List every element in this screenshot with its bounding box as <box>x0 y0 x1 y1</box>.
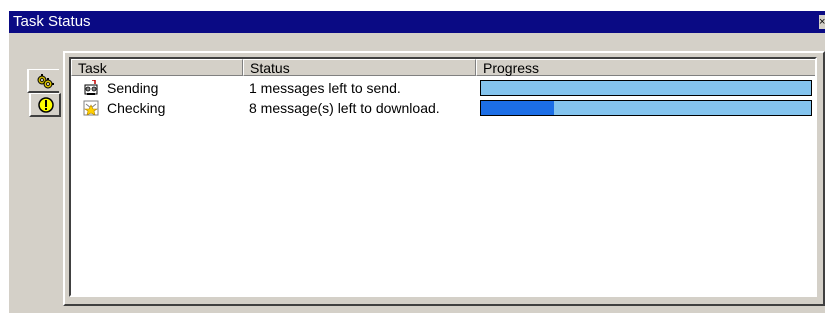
task-status: 8 message(s) left to download. <box>249 100 440 116</box>
task-name: Sending <box>107 80 159 96</box>
task-status-window: Task Status × Task Status Progress Sendi… <box>9 11 825 313</box>
tab-tasks[interactable] <box>27 69 59 93</box>
progress-bar <box>480 100 812 116</box>
column-header-progress[interactable]: Progress <box>476 59 815 76</box>
title-bar[interactable]: Task Status × <box>9 11 825 33</box>
task-status: 1 messages left to send. <box>249 80 401 96</box>
table-row[interactable]: Sending 1 messages left to send. <box>71 78 815 98</box>
list-header: Task Status Progress <box>71 59 815 78</box>
task-list[interactable]: Task Status Progress Sending 1 messages … <box>69 57 817 297</box>
warning-icon <box>38 97 54 113</box>
table-row[interactable]: Checking 8 message(s) left to download. <box>71 98 815 118</box>
tab-warnings[interactable] <box>29 93 61 117</box>
progress-bar <box>480 80 812 96</box>
progress-fill <box>481 101 554 115</box>
check-mail-icon <box>83 100 99 116</box>
close-button[interactable]: × <box>819 15 825 29</box>
send-icon <box>84 80 98 95</box>
gears-icon <box>37 74 54 89</box>
column-header-status[interactable]: Status <box>243 59 476 76</box>
task-name: Checking <box>107 100 166 116</box>
column-header-task[interactable]: Task <box>71 59 243 76</box>
window-title: Task Status <box>13 13 91 30</box>
